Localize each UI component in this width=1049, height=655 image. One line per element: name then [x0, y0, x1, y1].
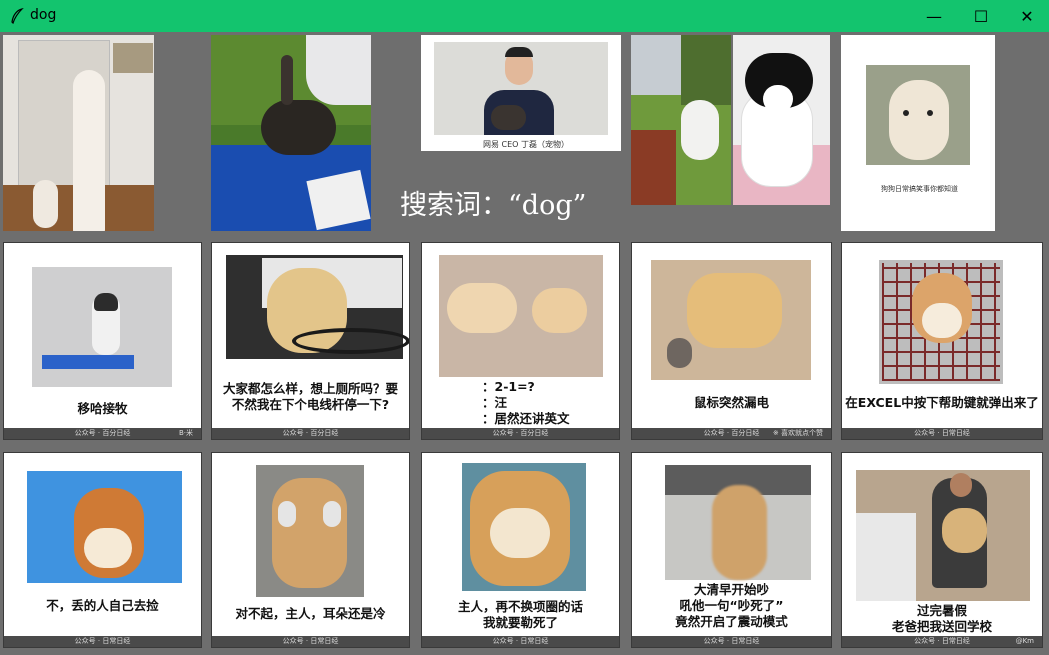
meme-card: 移哈接牧 公众号 · 百分日经 B·米 [3, 242, 202, 440]
meme-card: 大清早开始吵 吼他一句“吵死了” 竟然开启了震动模式 公众号 · 日常日经 [631, 452, 832, 648]
meme-card: ：2-1=? ：汪 ：居然还讲英文 公众号 · 百分日经 [421, 242, 620, 440]
ceo-caption: 网易 CEO 丁磊（宠物） [483, 140, 570, 149]
meme-card: 主人，再不换项圈的话 我就要勒死了 公众号 · 日常日经 [421, 452, 620, 648]
card-watermark: 公众号 · 百分日经 [74, 429, 131, 437]
card-watermark: 公众号 · 日常日经 [914, 429, 970, 437]
card-caption: 在EXCEL中按下帮助键就弹出来了 [845, 395, 1039, 410]
card-caption: ：2-1=? ：汪 ：居然还讲英文 [482, 379, 570, 426]
minimize-button[interactable]: — [911, 0, 957, 32]
white-dog-yard-photo [631, 35, 731, 205]
card-corner-mark: ※ 喜欢就点个赞 [772, 429, 823, 437]
card-corner-mark: @Km [1015, 637, 1034, 645]
card-watermark: 公众号 · 日常日经 [914, 637, 970, 645]
feather-icon [11, 8, 24, 24]
card-watermark: 公众号 · 日常日经 [492, 637, 549, 645]
fluffy-dog-photo: 狗狗日常搞笑事你都知道 [841, 35, 995, 231]
card-watermark: 公众号 · 日常日经 [282, 637, 339, 645]
card-watermark: 公众号 · 日常日经 [703, 637, 760, 645]
card-caption: 大清早开始吵 吼他一句“吵死了” 竟然开启了震动模式 [675, 582, 788, 629]
card-corner-mark: B·米 [178, 429, 193, 437]
meme-card: 对不起，主人，耳朵还是冷 公众号 · 日常日经 [211, 452, 410, 648]
window-titlebar[interactable]: dog — ☐ ✕ [0, 0, 1049, 32]
meme-card: 过完暑假 老爸把我送回学校 公众号 · 日常日经 @Km [841, 452, 1043, 648]
ceo-photo: 网易 CEO 丁磊（宠物） [421, 35, 621, 151]
card-caption: 对不起，主人，耳朵还是冷 [235, 606, 386, 621]
card-caption: 大家都怎么样，想上厕所吗？要 不然我在下个电线杆停一下? [222, 381, 398, 412]
meme-card: 不，丢的人自己去捡 公众号 · 日常日经 [3, 452, 202, 648]
black-white-puppy-photo [733, 35, 830, 205]
kittens-photo [3, 35, 154, 231]
card-watermark: 公众号 · 日常日经 [74, 637, 131, 645]
police-rabbit-photo [211, 35, 371, 231]
card-caption: 过完暑假 老爸把我送回学校 [891, 603, 992, 634]
maximize-icon: ☐ [973, 6, 989, 26]
card-watermark: 公众号 · 百分日经 [492, 429, 549, 437]
meme-card: 在EXCEL中按下帮助键就弹出来了 公众号 · 日常日经 [841, 242, 1043, 440]
maximize-button[interactable]: ☐ [958, 0, 1004, 32]
meme-card: 大家都怎么样，想上厕所吗？要 不然我在下个电线杆停一下? 公众号 · 百分日经 [211, 242, 410, 440]
close-icon: ✕ [1020, 6, 1034, 26]
card-caption: 主人，再不换项圈的话 我就要勒死了 [457, 599, 583, 630]
minimize-icon: — [926, 6, 942, 26]
card-watermark: 公众号 · 百分日经 [282, 429, 339, 437]
card-caption: 移哈接牧 [77, 401, 128, 416]
card-caption: 不，丢的人自己去捡 [46, 598, 159, 613]
window-title: dog [30, 7, 57, 23]
fox-caption: 狗狗日常搞笑事你都知道 [881, 185, 958, 193]
search-term-label: 搜索词：“dog” [400, 190, 587, 221]
card-caption: 鼠标突然漏电 [693, 395, 769, 410]
close-button[interactable]: ✕ [1004, 0, 1049, 32]
meme-card: 鼠标突然漏电 公众号 · 百分日经 ※ 喜欢就点个赞 [631, 242, 832, 440]
